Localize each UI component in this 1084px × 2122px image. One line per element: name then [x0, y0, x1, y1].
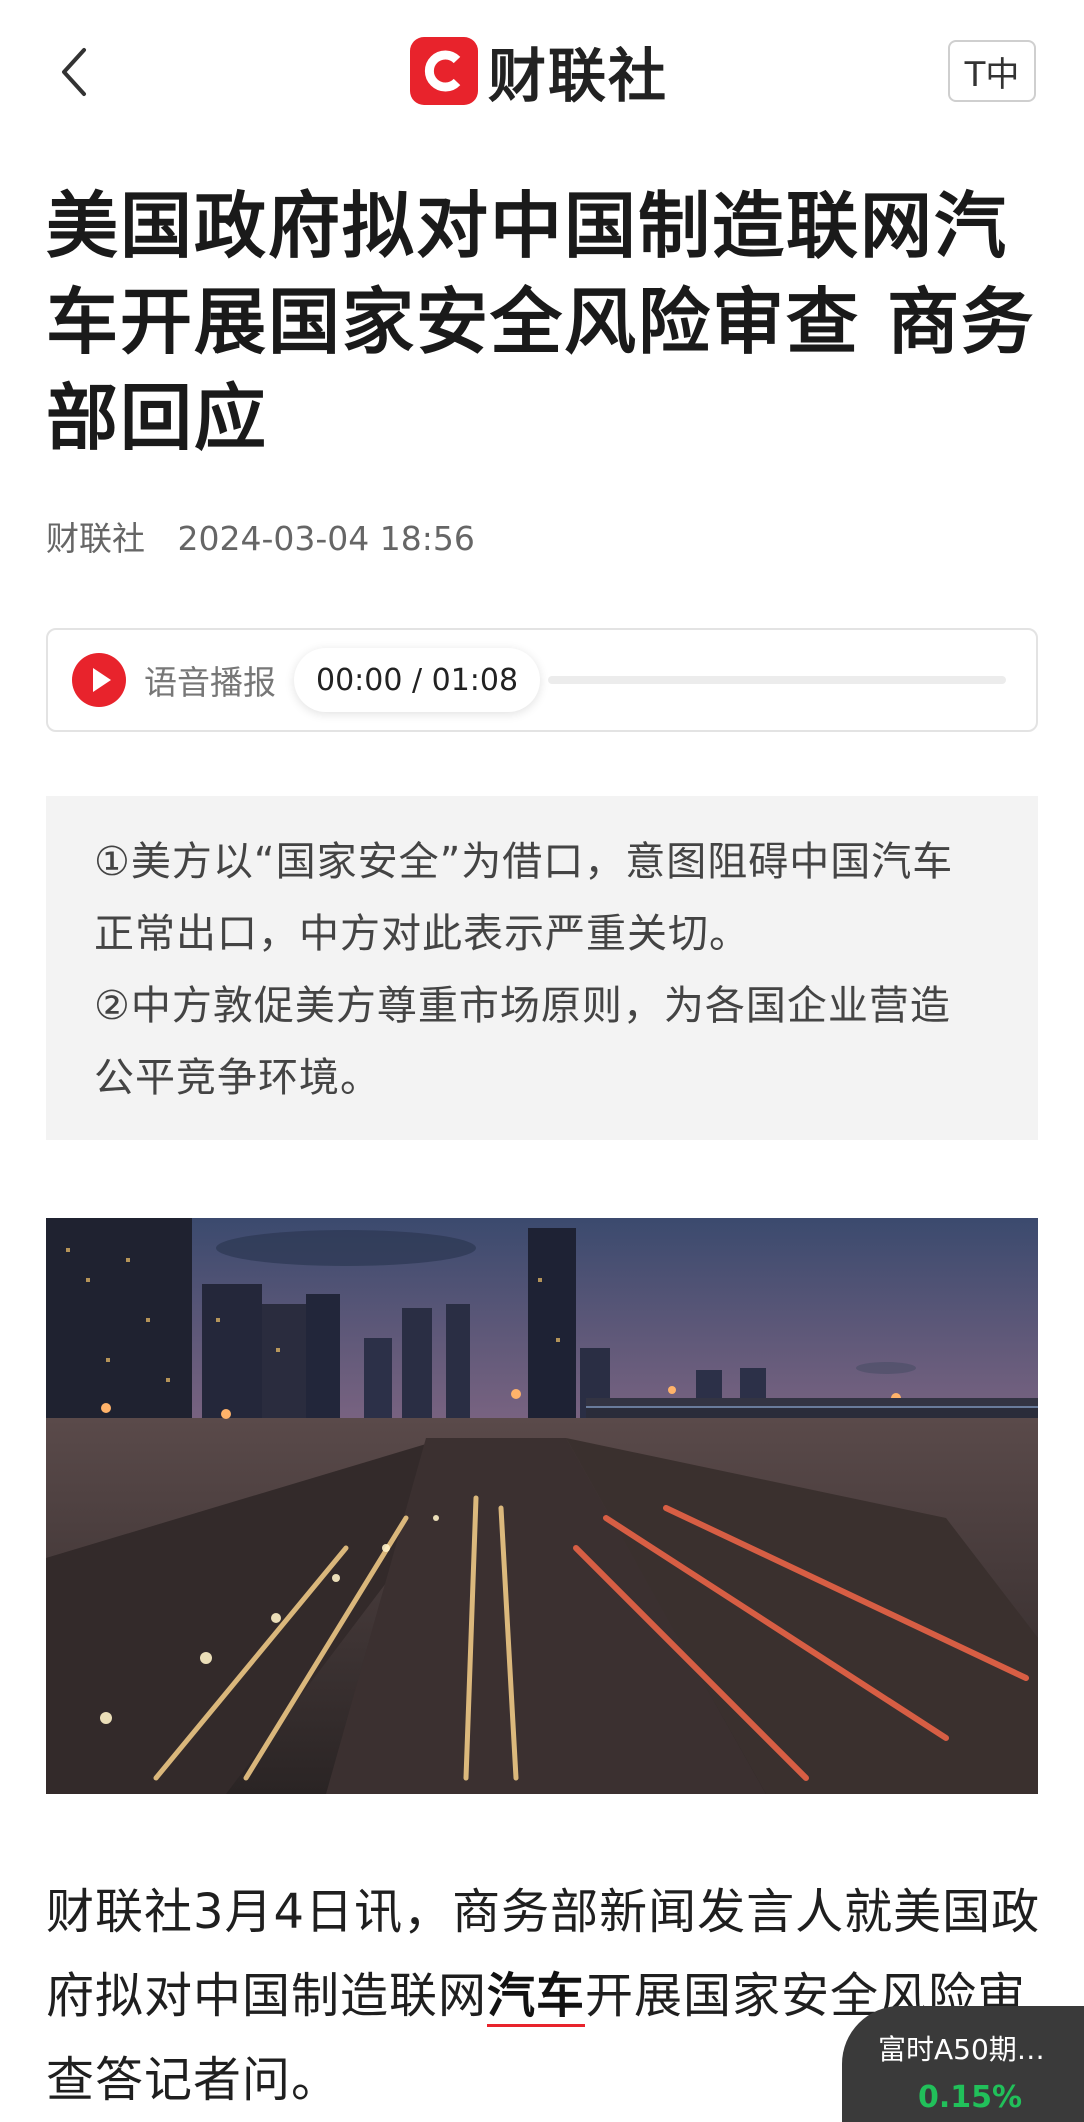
keyword-link-car[interactable]: 汽车 [487, 1968, 586, 2027]
back-button[interactable] [52, 40, 100, 104]
ticker-change: 0.15% [918, 2080, 1023, 2115]
audio-label: 语音播报 [144, 663, 276, 702]
article-datetime: 2024-03-04 18:56 [177, 519, 475, 558]
article-summary: ①美方以“国家安全”为借口，意图阻碍中国汽车正常出口，中方对此表示严重关切。 ②… [46, 796, 1038, 1140]
top-bar: 财联社 T中 [0, 0, 1084, 140]
logo-c-icon [410, 37, 478, 105]
font-size-toggle[interactable]: T中 [948, 40, 1036, 102]
audio-player[interactable]: 语音播报 00:00 / 01:08 [46, 628, 1038, 732]
article-image [46, 1218, 1038, 1794]
audio-progress-slider[interactable] [548, 676, 1006, 684]
logo-c-glyph [424, 50, 461, 92]
article-meta: 财联社 2024-03-04 18:56 [46, 512, 475, 560]
chevron-left-icon [62, 48, 86, 96]
summary-point-2: ②中方敦促美方尊重市场原则，为各国企业营造公平竞争环境。 [94, 983, 951, 1101]
article-title: 美国政府拟对中国制造联网汽车开展国家安全风险审查 商务部回应 [46, 184, 1036, 460]
summary-point-1: ①美方以“国家安全”为借口，意图阻碍中国汽车正常出口，中方对此表示严重关切。 [94, 839, 954, 957]
audio-time: 00:00 / 01:08 [294, 648, 541, 712]
market-ticker-widget[interactable]: 富时A50期… 0.15% [842, 2006, 1084, 2122]
city-highway-night-image [46, 1218, 1038, 1794]
app-logo: 财联社 [410, 36, 668, 110]
article-source: 财联社 [46, 519, 145, 558]
play-icon[interactable] [72, 653, 126, 707]
ticker-name: 富时A50期… [878, 2033, 1045, 2066]
logo-text: 财联社 [488, 42, 669, 110]
